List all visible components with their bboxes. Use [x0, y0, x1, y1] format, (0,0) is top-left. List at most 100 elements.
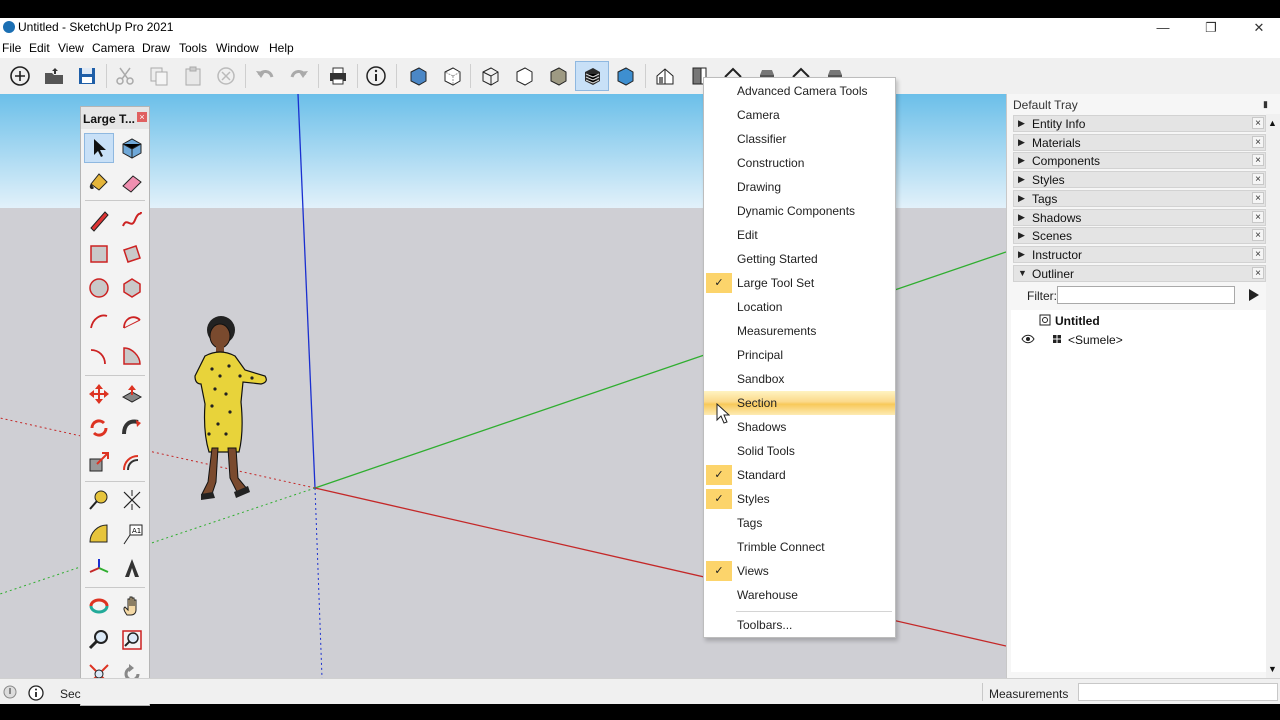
freehand-tool-icon[interactable]: [117, 205, 147, 235]
tape-measure-tool-icon[interactable]: [84, 485, 114, 515]
push-pull-tool-icon[interactable]: [117, 379, 147, 409]
menu-item-camera[interactable]: Camera: [704, 103, 895, 127]
rotate-tool-icon[interactable]: [84, 413, 114, 443]
menu-draw[interactable]: Draw: [142, 41, 170, 55]
collapsed-arrow-icon[interactable]: ▶: [1018, 212, 1025, 223]
xray-style-icon[interactable]: [405, 63, 431, 89]
palette-close-icon[interactable]: ×: [137, 112, 147, 122]
menu-item-location[interactable]: Location: [704, 295, 895, 319]
instructor-info-icon[interactable]: [28, 685, 44, 701]
collapsed-arrow-icon[interactable]: ▶: [1018, 174, 1025, 185]
polygon-tool-icon[interactable]: [117, 273, 147, 303]
tray-scrollbar[interactable]: ▲ ▼: [1266, 114, 1280, 678]
menu-item-sandbox[interactable]: Sandbox: [704, 367, 895, 391]
arc-tool-icon[interactable]: [84, 307, 114, 337]
palette-title-bar[interactable]: Large T... ×: [81, 107, 149, 129]
copy-icon[interactable]: [146, 63, 172, 89]
panel-close-icon[interactable]: ×: [1252, 247, 1264, 260]
menu-camera[interactable]: Camera: [92, 41, 135, 55]
two-point-arc-tool-icon[interactable]: [117, 307, 147, 337]
orbit-tool-icon[interactable]: [84, 591, 114, 621]
wireframe-style-icon[interactable]: [477, 63, 503, 89]
menu-item-views[interactable]: ✓ Views: [704, 559, 895, 583]
panel-close-icon[interactable]: ×: [1252, 135, 1264, 148]
menu-item-measurements[interactable]: Measurements: [704, 319, 895, 343]
measurements-box[interactable]: [1078, 683, 1278, 701]
collapsed-arrow-icon[interactable]: ▶: [1018, 155, 1025, 166]
outliner-filter-input[interactable]: [1057, 286, 1235, 304]
save-icon[interactable]: [74, 63, 100, 89]
undo-icon[interactable]: [252, 63, 278, 89]
menu-item-trimble-connect[interactable]: Trimble Connect: [704, 535, 895, 559]
outliner-options-icon[interactable]: [1246, 287, 1262, 303]
pan-tool-icon[interactable]: [117, 591, 147, 621]
zoom-window-tool-icon[interactable]: [117, 625, 147, 655]
menu-edit[interactable]: Edit: [29, 41, 50, 55]
panel-close-icon[interactable]: ×: [1252, 229, 1264, 242]
menu-item-construction[interactable]: Construction: [704, 151, 895, 175]
axes-tool-icon[interactable]: [84, 553, 114, 583]
menu-item-getting-started[interactable]: Getting Started: [704, 247, 895, 271]
restore-icon[interactable]: ❐: [1188, 18, 1234, 38]
tray-panel-shadows[interactable]: ▶ Shadows ×: [1013, 208, 1266, 226]
pin-icon[interactable]: ▮: [1263, 99, 1268, 110]
model-info-icon[interactable]: [363, 63, 389, 89]
3d-text-tool-icon[interactable]: [117, 553, 147, 583]
tray-panel-materials[interactable]: ▶ Materials ×: [1013, 133, 1266, 151]
follow-me-tool-icon[interactable]: [117, 413, 147, 443]
menu-item-large-tool-set[interactable]: ✓ Large Tool Set: [704, 271, 895, 295]
panel-close-icon[interactable]: ×: [1252, 173, 1264, 186]
menu-help[interactable]: Help: [269, 41, 294, 55]
menu-item-toolbars[interactable]: Toolbars...: [704, 613, 895, 637]
text-tool-icon[interactable]: A1: [117, 519, 147, 549]
dimension-tool-icon[interactable]: [117, 485, 147, 515]
cut-icon[interactable]: [112, 63, 138, 89]
iso-view-icon[interactable]: [652, 63, 678, 89]
menu-item-warehouse[interactable]: Warehouse: [704, 583, 895, 607]
print-icon[interactable]: [325, 63, 351, 89]
panel-close-icon[interactable]: ×: [1252, 210, 1264, 223]
pie-tool-icon[interactable]: [117, 341, 147, 371]
circle-tool-icon[interactable]: [84, 273, 114, 303]
scroll-down-icon[interactable]: ▼: [1268, 664, 1277, 674]
menu-item-shadows[interactable]: Shadows: [704, 415, 895, 439]
protractor-tool-icon[interactable]: [84, 519, 114, 549]
tray-panel-scenes[interactable]: ▶ Scenes ×: [1013, 227, 1266, 245]
tray-panel-styles[interactable]: ▶ Styles ×: [1013, 171, 1266, 189]
collapsed-arrow-icon[interactable]: ▶: [1018, 249, 1025, 260]
scale-tool-icon[interactable]: [84, 447, 114, 477]
menu-item-drawing[interactable]: Drawing: [704, 175, 895, 199]
erase-icon[interactable]: [213, 63, 239, 89]
menu-tools[interactable]: Tools: [179, 41, 207, 55]
scroll-up-icon[interactable]: ▲: [1268, 118, 1277, 128]
tray-panel-outliner[interactable]: ▼ Outliner ×: [1013, 264, 1266, 282]
move-tool-icon[interactable]: [84, 379, 114, 409]
close-window-icon[interactable]: ✕: [1236, 18, 1280, 38]
zoom-tool-icon[interactable]: [84, 625, 114, 655]
menu-item-solid-tools[interactable]: Solid Tools: [704, 439, 895, 463]
collapsed-arrow-icon[interactable]: ▶: [1018, 230, 1025, 241]
panel-close-icon[interactable]: ×: [1252, 154, 1264, 167]
select-tool-icon[interactable]: [84, 133, 114, 163]
monochrome-style-icon[interactable]: [575, 61, 609, 91]
rectangle-tool-icon[interactable]: [84, 239, 114, 269]
visibility-eye-icon[interactable]: [1021, 334, 1035, 344]
shaded-style-icon[interactable]: [545, 63, 571, 89]
line-tool-icon[interactable]: [84, 205, 114, 235]
outliner-child-item[interactable]: <Sumele>: [1068, 333, 1123, 347]
tray-panel-components[interactable]: ▶ Components ×: [1013, 152, 1266, 170]
menu-item-tags[interactable]: Tags: [704, 511, 895, 535]
expanded-arrow-icon[interactable]: ▼: [1018, 268, 1027, 278]
offset-tool-icon[interactable]: [117, 447, 147, 477]
new-file-icon[interactable]: [7, 63, 33, 89]
menu-view[interactable]: View: [58, 41, 84, 55]
three-point-arc-tool-icon[interactable]: [84, 341, 114, 371]
tray-panel-entity-info[interactable]: ▶ Entity Info ×: [1013, 115, 1266, 132]
menu-item-advanced-camera-tools[interactable]: Advanced Camera Tools: [704, 79, 895, 103]
menu-file[interactable]: File: [2, 41, 21, 55]
rotated-rectangle-tool-icon[interactable]: [117, 239, 147, 269]
menu-item-edit[interactable]: Edit: [704, 223, 895, 247]
menu-item-standard[interactable]: ✓ Standard: [704, 463, 895, 487]
tray-panel-instructor[interactable]: ▶ Instructor ×: [1013, 245, 1266, 263]
make-component-tool-icon[interactable]: [117, 133, 147, 163]
